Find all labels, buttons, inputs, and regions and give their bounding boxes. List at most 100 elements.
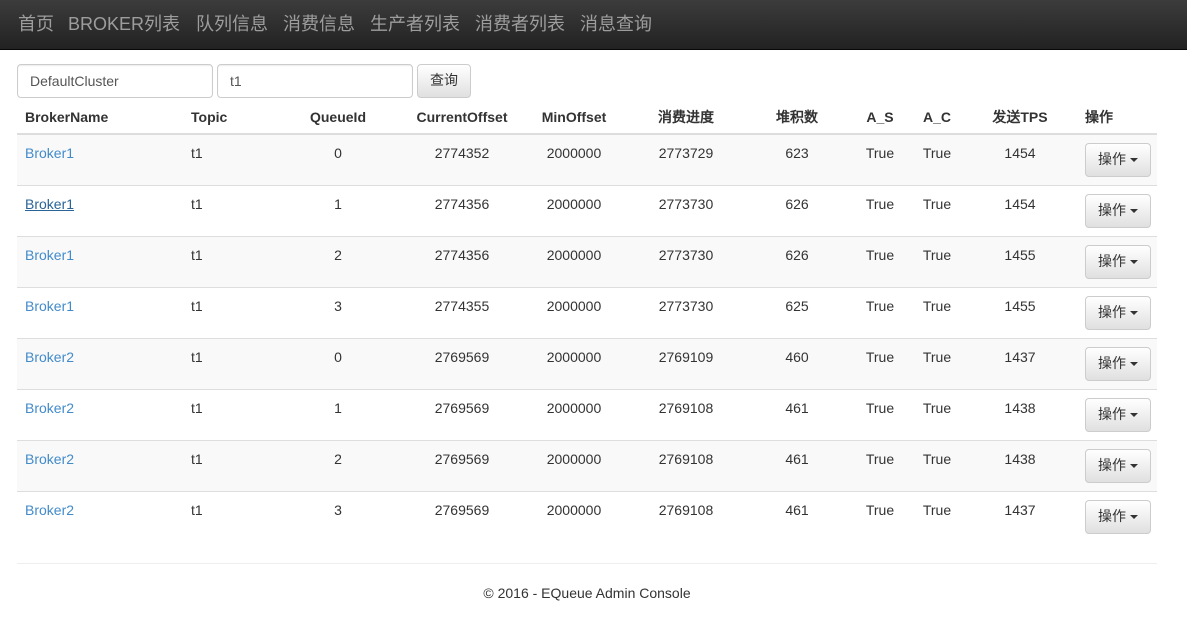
backlog-cell: 461 bbox=[745, 490, 849, 542]
backlog-cell: 460 bbox=[745, 337, 849, 389]
header-consume-progress: 消费进度 bbox=[627, 100, 745, 135]
queue-id-cell: 3 bbox=[273, 490, 403, 542]
nav-queue-info[interactable]: 队列信息 bbox=[196, 0, 268, 48]
consume-progress-cell: 2769108 bbox=[627, 490, 745, 542]
caret-down-icon bbox=[1130, 463, 1138, 468]
a-c-cell: True bbox=[911, 388, 963, 440]
queue-id-cell: 0 bbox=[273, 133, 403, 185]
backlog-cell: 626 bbox=[745, 235, 849, 287]
send-tps-cell: 1454 bbox=[963, 133, 1077, 185]
backlog-cell: 626 bbox=[745, 184, 849, 236]
table-row: Broker2 t1 3 2769569 2000000 2769108 461… bbox=[17, 490, 1157, 542]
action-button-label: 操作 bbox=[1098, 355, 1126, 372]
a-c-cell: True bbox=[911, 235, 963, 287]
broker-name-link[interactable]: Broker2 bbox=[17, 490, 183, 542]
topic-cell: t1 bbox=[183, 286, 273, 338]
min-offset-cell: 2000000 bbox=[521, 286, 627, 338]
top-navbar: 首页 BROKER列表 队列信息 消费信息 生产者列表 消费者列表 消息查询 bbox=[0, 0, 1187, 50]
action-dropdown-button[interactable]: 操作 bbox=[1085, 244, 1151, 279]
broker-name-link[interactable]: Broker1 bbox=[17, 184, 183, 236]
broker-name-link[interactable]: Broker2 bbox=[17, 439, 183, 491]
send-tps-cell: 1437 bbox=[963, 337, 1077, 389]
action-dropdown-button[interactable]: 操作 bbox=[1085, 397, 1151, 432]
backlog-cell: 461 bbox=[745, 388, 849, 440]
caret-down-icon bbox=[1130, 158, 1138, 162]
consume-progress-cell: 2769109 bbox=[627, 337, 745, 389]
action-dropdown-button[interactable]: 操作 bbox=[1085, 295, 1151, 330]
queue-id-cell: 1 bbox=[273, 388, 403, 440]
action-cell: 操作 bbox=[1077, 490, 1157, 542]
backlog-cell: 625 bbox=[745, 286, 849, 338]
cluster-input[interactable] bbox=[17, 64, 213, 98]
action-dropdown-button[interactable]: 操作 bbox=[1085, 193, 1151, 228]
a-s-cell: True bbox=[849, 388, 911, 440]
a-c-cell: True bbox=[911, 490, 963, 542]
action-dropdown-button[interactable]: 操作 bbox=[1085, 448, 1151, 483]
consume-progress-cell: 2769108 bbox=[627, 439, 745, 491]
min-offset-cell: 2000000 bbox=[521, 388, 627, 440]
a-s-cell: True bbox=[849, 235, 911, 287]
consume-progress-cell: 2773730 bbox=[627, 286, 745, 338]
send-tps-cell: 1455 bbox=[963, 235, 1077, 287]
table-row: Broker1 t1 1 2774356 2000000 2773730 626… bbox=[17, 184, 1157, 236]
table-row: Broker1 t1 3 2774355 2000000 2773730 625… bbox=[17, 286, 1157, 338]
action-button-label: 操作 bbox=[1098, 508, 1126, 525]
broker-name-link[interactable]: Broker2 bbox=[17, 337, 183, 389]
action-cell: 操作 bbox=[1077, 388, 1157, 440]
queue-id-cell: 2 bbox=[273, 439, 403, 491]
min-offset-cell: 2000000 bbox=[521, 133, 627, 185]
topic-cell: t1 bbox=[183, 337, 273, 389]
action-cell: 操作 bbox=[1077, 286, 1157, 338]
a-s-cell: True bbox=[849, 439, 911, 491]
caret-down-icon bbox=[1130, 412, 1138, 417]
nav-broker-list[interactable]: BROKER列表 bbox=[68, 0, 180, 48]
a-s-cell: True bbox=[849, 133, 911, 185]
footer-copyright: © 2016 - EQueue Admin Console bbox=[483, 585, 691, 601]
caret-down-icon bbox=[1130, 259, 1138, 264]
table-header-row: BrokerName Topic QueueId CurrentOffset M… bbox=[17, 100, 1157, 135]
table-row: Broker1 t1 0 2774352 2000000 2773729 623… bbox=[17, 133, 1157, 185]
a-c-cell: True bbox=[911, 439, 963, 491]
action-dropdown-button[interactable]: 操作 bbox=[1085, 499, 1151, 534]
header-broker-name: BrokerName bbox=[17, 100, 183, 135]
nav-producer-list[interactable]: 生产者列表 bbox=[370, 0, 460, 48]
header-backlog: 堆积数 bbox=[745, 100, 849, 135]
a-c-cell: True bbox=[911, 337, 963, 389]
current-offset-cell: 2774355 bbox=[403, 286, 521, 338]
action-button-label: 操作 bbox=[1098, 152, 1126, 168]
broker-name-link[interactable]: Broker1 bbox=[17, 235, 183, 287]
header-a-s: A_S bbox=[849, 100, 911, 135]
nav-consume-info[interactable]: 消费信息 bbox=[283, 0, 355, 48]
current-offset-cell: 2774352 bbox=[403, 133, 521, 185]
action-button-label: 操作 bbox=[1098, 202, 1126, 219]
footer-divider bbox=[17, 563, 1157, 564]
a-s-cell: True bbox=[849, 184, 911, 236]
current-offset-cell: 2774356 bbox=[403, 235, 521, 287]
broker-name-link[interactable]: Broker1 bbox=[17, 286, 183, 338]
backlog-cell: 623 bbox=[745, 133, 849, 185]
caret-down-icon bbox=[1130, 208, 1138, 213]
consume-progress-cell: 2773729 bbox=[627, 133, 745, 185]
queue-id-cell: 1 bbox=[273, 184, 403, 236]
action-dropdown-button[interactable]: 操作 bbox=[1085, 346, 1151, 381]
nav-message-query[interactable]: 消息查询 bbox=[580, 0, 652, 48]
topic-cell: t1 bbox=[183, 490, 273, 542]
min-offset-cell: 2000000 bbox=[521, 184, 627, 236]
broker-name-link[interactable]: Broker1 bbox=[17, 133, 183, 185]
action-button-label: 操作 bbox=[1098, 304, 1126, 321]
topic-input[interactable] bbox=[217, 64, 413, 98]
current-offset-cell: 2774356 bbox=[403, 184, 521, 236]
nav-home[interactable]: 首页 bbox=[18, 0, 54, 48]
a-c-cell: True bbox=[911, 133, 963, 185]
action-cell: 操作 bbox=[1077, 184, 1157, 236]
nav-consumer-list[interactable]: 消费者列表 bbox=[475, 0, 565, 48]
queue-table: BrokerName Topic QueueId CurrentOffset M… bbox=[17, 100, 1157, 542]
action-button-label: 操作 bbox=[1098, 253, 1126, 270]
send-tps-cell: 1454 bbox=[963, 184, 1077, 236]
broker-name-link[interactable]: Broker2 bbox=[17, 388, 183, 440]
min-offset-cell: 2000000 bbox=[521, 439, 627, 491]
query-button[interactable]: 查询 bbox=[417, 64, 471, 98]
header-min-offset: MinOffset bbox=[521, 100, 627, 135]
action-dropdown-button[interactable]: 操作 bbox=[1085, 143, 1151, 177]
action-button-label: 操作 bbox=[1098, 457, 1126, 474]
